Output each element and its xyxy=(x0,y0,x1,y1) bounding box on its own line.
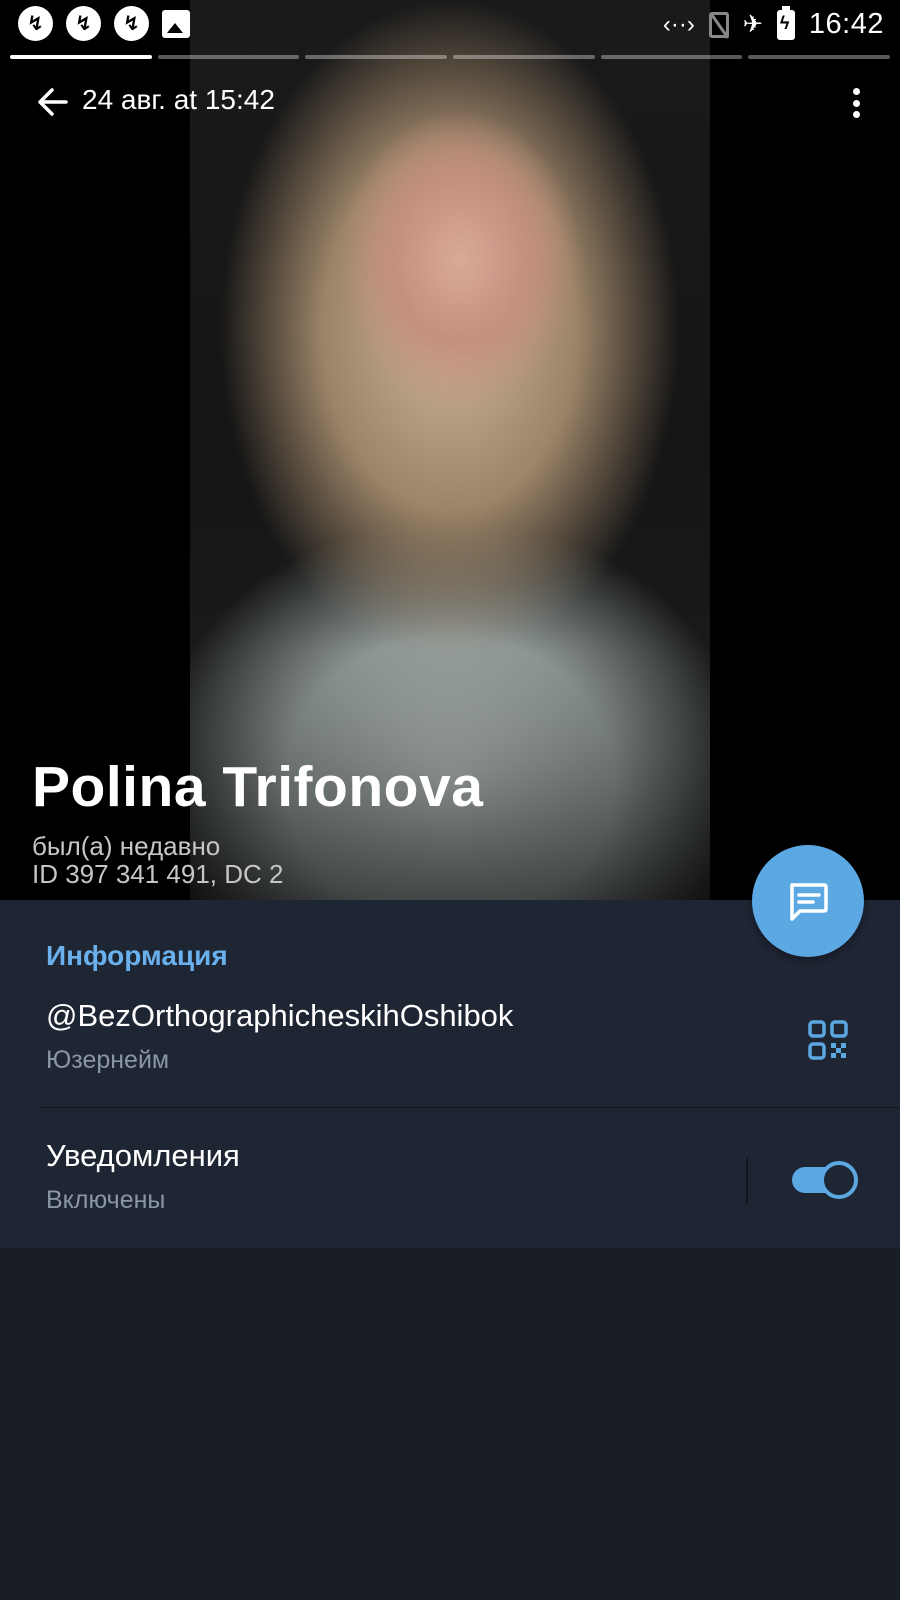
user-id-text: ID 397 341 491, DC 2 xyxy=(32,859,284,889)
profile-status: был(а) недавно ID 397 341 491, DC 2 xyxy=(32,832,284,888)
app-notification-icon: ↯ xyxy=(18,6,53,41)
battery-charging-icon xyxy=(776,5,795,40)
toggle-thumb xyxy=(820,1161,858,1199)
back-arrow-svg xyxy=(38,88,68,116)
username-row[interactable]: @BezOrthographicheskihOshibok Юзернейм xyxy=(0,998,900,1106)
no-sim-icon xyxy=(708,11,729,38)
data-transfer-icon: ‹··› xyxy=(662,10,695,38)
notification-icons: ↯ ↯ ↯ xyxy=(18,6,190,41)
top-app-bar: 24 авг. at 15:42 xyxy=(0,78,900,128)
back-arrow-icon[interactable] xyxy=(34,84,74,124)
story-segment xyxy=(748,55,891,59)
profile-name: Polina Trifonova xyxy=(32,755,484,819)
story-segment xyxy=(305,55,448,59)
status-bar: ↯ ↯ ↯ ‹··› ✈ 16:42 xyxy=(0,0,900,50)
message-icon xyxy=(790,883,828,921)
username-value: @BezOrthographicheskihOshibok xyxy=(46,998,514,1033)
divider xyxy=(40,1107,900,1108)
vertical-divider xyxy=(746,1158,748,1204)
photo-date: 24 авг. at 15:42 xyxy=(82,84,275,115)
status-clock: 16:42 xyxy=(808,8,884,40)
notifications-row[interactable]: Уведомления Включены xyxy=(0,1138,900,1244)
notifications-toggle[interactable] xyxy=(790,1160,858,1200)
qr-code-svg xyxy=(808,1020,848,1060)
image-notification-icon xyxy=(162,10,190,38)
info-section: Информация @BezOrthographicheskihOshibok… xyxy=(0,900,900,1248)
app-notification-icon: ↯ xyxy=(66,6,101,41)
app-notification-icon: ↯ xyxy=(114,6,149,41)
airplane-mode-icon: ✈ xyxy=(742,10,763,38)
story-segment xyxy=(157,55,300,59)
more-options-icon[interactable] xyxy=(846,84,866,122)
notifications-label: Уведомления xyxy=(46,1138,240,1173)
last-seen-text: был(а) недавно xyxy=(32,831,221,861)
username-label: Юзернейм xyxy=(46,1046,170,1074)
story-segment xyxy=(453,55,595,59)
section-title: Информация xyxy=(46,940,228,971)
story-segment xyxy=(10,55,152,59)
story-segment xyxy=(600,55,743,59)
story-progress-bar xyxy=(10,55,891,59)
qr-code-icon[interactable] xyxy=(808,1020,848,1060)
notifications-status: Включены xyxy=(46,1186,166,1214)
send-message-button[interactable] xyxy=(752,845,864,957)
